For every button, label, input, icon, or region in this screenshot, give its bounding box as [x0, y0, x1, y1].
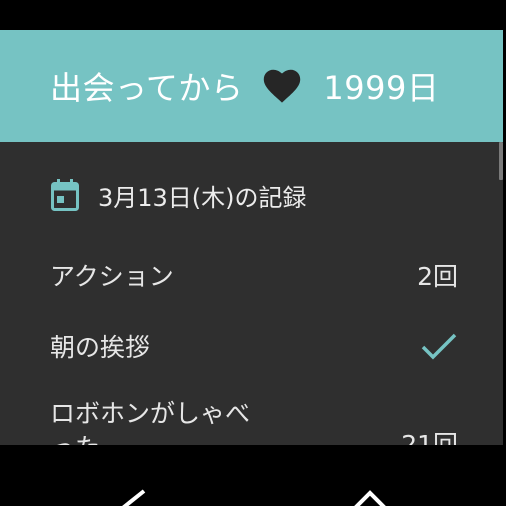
heart-icon: [263, 68, 301, 104]
list-item-morning-greeting[interactable]: 朝の挨拶: [50, 328, 458, 364]
header-title: 出会ってから: [50, 69, 244, 107]
home-icon[interactable]: [350, 489, 390, 506]
navigation-bar: [0, 445, 506, 506]
list-item-label: ロボホンがしゃべった: [50, 399, 251, 445]
list-item-value: 21回: [401, 430, 458, 445]
record-header: 3月13日(木)の記録: [50, 175, 307, 215]
scrollbar[interactable]: [499, 142, 503, 180]
list-item-value: 2回: [417, 262, 458, 291]
days-header: 出会ってから 1999日: [0, 30, 503, 142]
status-bar: [0, 0, 506, 30]
list-item-label: アクション: [50, 262, 174, 291]
list-item-action[interactable]: アクション 2回: [50, 257, 458, 293]
record-title: 3月13日(木)の記録: [98, 183, 307, 212]
list-item-robohon-spoke[interactable]: ロボホンがしゃべった 21回: [50, 397, 458, 445]
app-screen: 出会ってから 1999日 3月13日(木)の記録 アクション 2回 朝の挨拶 ロ…: [0, 0, 506, 506]
days-count: 1999日: [323, 69, 440, 107]
list-item-label: 朝の挨拶: [50, 333, 151, 362]
back-icon[interactable]: [118, 489, 148, 506]
record-list[interactable]: 3月13日(木)の記録 アクション 2回 朝の挨拶 ロボホンがしゃべった 21回: [0, 142, 503, 445]
calendar-icon: [50, 177, 80, 213]
check-icon: [420, 331, 458, 361]
